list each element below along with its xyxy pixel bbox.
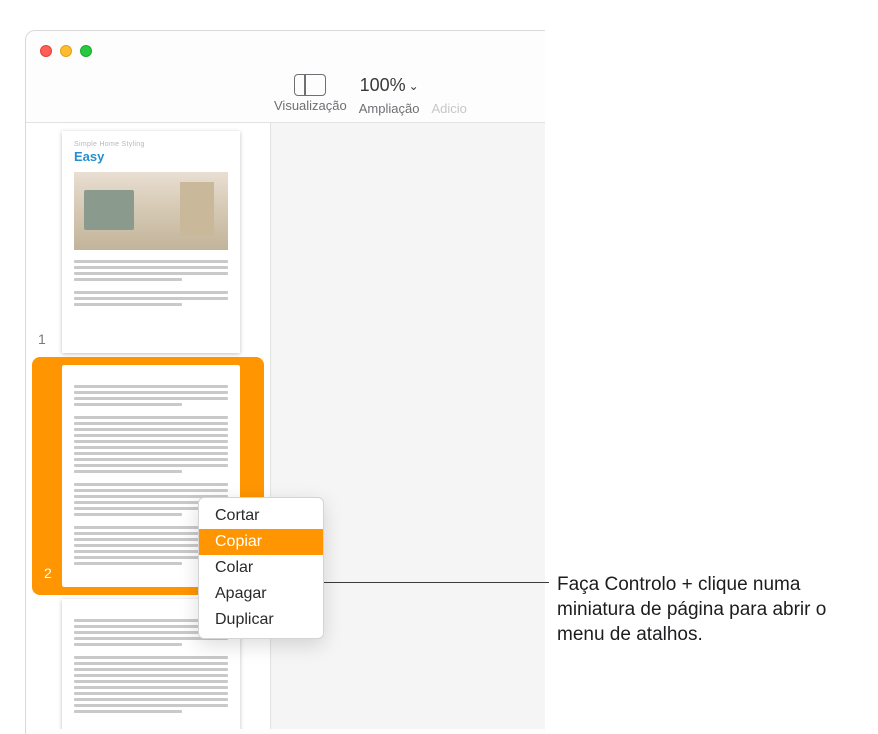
menu-item-copy[interactable]: Copiar: [199, 529, 323, 555]
context-menu: Cortar Copiar Colar Apagar Duplicar: [198, 497, 324, 639]
toolbar-add-button[interactable]: Adicio: [427, 71, 470, 116]
maximize-icon[interactable]: [80, 45, 92, 57]
view-sidebar-icon: [294, 74, 326, 96]
chevron-down-icon: ⌄: [409, 79, 419, 93]
page-number: 3: [38, 727, 46, 729]
thumb-title-grey: Simple Home Styling: [74, 141, 228, 148]
titlebar: [26, 31, 545, 71]
thumbnail-preview: Simple Home Styling Easy: [62, 131, 240, 353]
menu-item-paste[interactable]: Colar: [199, 555, 323, 581]
page-number: 1: [38, 331, 46, 347]
thumb-title-blue: Easy: [74, 149, 228, 164]
thumb-photo: [74, 172, 228, 250]
minimize-icon[interactable]: [60, 45, 72, 57]
zoom-value: 100%: [360, 75, 406, 96]
toolbar-zoom-label: Ampliação: [359, 101, 420, 116]
toolbar-zoom-control[interactable]: 100% ⌄ Ampliação: [355, 71, 424, 116]
callout-text: Faça Controlo + clique numa miniatura de…: [557, 572, 857, 647]
callout-leader-line: [303, 582, 549, 583]
toolbar: Visualização 100% ⌄ Ampliação Adicio: [262, 71, 545, 122]
toolbar-add-label: Adicio: [431, 101, 466, 116]
menu-item-delete[interactable]: Apagar: [199, 581, 323, 607]
close-icon[interactable]: [40, 45, 52, 57]
menu-item-duplicate[interactable]: Duplicar: [199, 607, 323, 633]
page-thumbnail-1[interactable]: 1 Simple Home Styling Easy: [40, 131, 256, 353]
toolbar-view-button[interactable]: Visualização: [270, 71, 351, 113]
toolbar-view-label: Visualização: [274, 98, 347, 113]
page-number: 2: [44, 565, 52, 581]
menu-item-cut[interactable]: Cortar: [199, 503, 323, 529]
